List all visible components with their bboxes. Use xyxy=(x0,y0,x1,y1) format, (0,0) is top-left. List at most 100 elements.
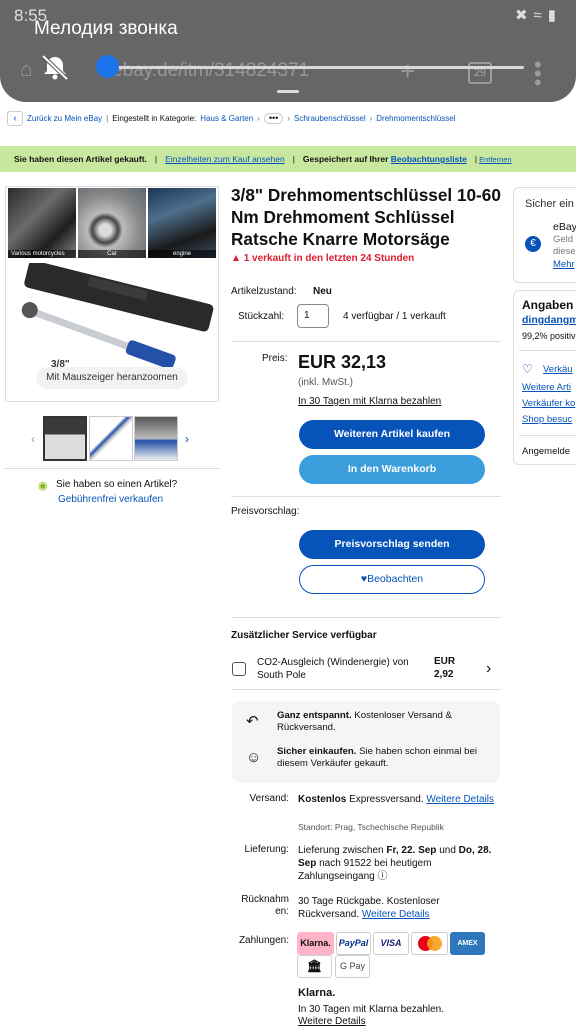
mastercard-yellow-circle xyxy=(427,936,442,951)
watch-button[interactable]: ♥Beobachten xyxy=(299,565,485,594)
co2-checkbox[interactable] xyxy=(232,662,246,676)
caption: Car xyxy=(78,250,146,258)
price-label: Preis: xyxy=(262,353,288,364)
chevron-right-icon: › xyxy=(257,114,260,123)
return-arrow-icon: ↶ xyxy=(246,713,259,730)
seller-name-link[interactable]: dingdangmi xyxy=(522,314,576,326)
chevron-right-icon: › xyxy=(369,114,373,123)
purchase-details-link[interactable]: Einzelheiten zum Kauf ansehen xyxy=(165,154,285,164)
more-menu-icon[interactable]: • • • xyxy=(534,54,542,94)
chevron-right-icon[interactable]: › xyxy=(486,660,491,678)
separator: | xyxy=(474,154,478,164)
engine-photo: engine xyxy=(148,188,216,258)
visit-shop-link[interactable]: Shop besuc xyxy=(522,414,572,425)
thumb-prev-icon[interactable]: ‹ xyxy=(31,432,35,446)
volume-title: Мелодия звонка xyxy=(34,18,178,39)
new-tab-icon[interactable]: + xyxy=(400,56,415,87)
delivery-label: Lieferung: xyxy=(244,844,289,855)
car-photo: Car xyxy=(78,188,146,258)
thumbnail-3[interactable] xyxy=(134,416,178,461)
fire-icon: ▲ xyxy=(231,253,241,264)
product-title: 3/8" Drehmomentschlüssel 10-60 Nm Drehmo… xyxy=(231,185,501,249)
quantity-input[interactable]: 1 xyxy=(297,304,329,328)
thumb-next-icon[interactable]: › xyxy=(185,432,189,446)
purchase-notice-bar: Sie haben diesen Artikel gekauft. | Einz… xyxy=(0,146,576,172)
mute-bell-icon[interactable] xyxy=(40,54,70,80)
more-items-link[interactable]: Weitere Arti xyxy=(522,382,571,393)
mastercard-logo xyxy=(411,932,448,955)
save-seller-link[interactable]: Verkäu xyxy=(543,364,573,375)
add-to-cart-button[interactable]: In den Warenkorb xyxy=(299,455,485,484)
caption: engine xyxy=(148,250,216,258)
sell-prompt: ◉ Sie haben so einen Artikel? Gebührenfr… xyxy=(38,479,200,505)
shipping-details-link[interactable]: Weitere Details xyxy=(426,794,494,805)
back-arrow-icon[interactable]: ‹ xyxy=(7,111,23,126)
bank-transfer-icon: 🏛 xyxy=(297,955,332,978)
visa-logo: VISA xyxy=(373,932,409,955)
divider xyxy=(231,496,501,497)
condition-value: Neu xyxy=(313,286,332,297)
heart-outline-icon[interactable]: ♡ xyxy=(522,362,533,376)
geld-text: Geld xyxy=(553,234,574,245)
co2-currency: EUR xyxy=(434,656,456,667)
euro-shield-icon: € xyxy=(525,236,541,252)
klarna-logo: Klarna. xyxy=(297,932,334,955)
crumb-drehmomentschluessel[interactable]: Drehmomentschlüssel xyxy=(376,114,455,123)
more-crumbs-button[interactable]: ••• xyxy=(263,113,284,124)
crumb-haus-garten[interactable]: Haus & Garten xyxy=(200,114,253,123)
volume-slider-track[interactable] xyxy=(96,66,524,69)
availability: 4 verfügbar / 1 verkauft xyxy=(343,311,446,322)
signed-in-text: Angemelde xyxy=(522,446,571,457)
more-link[interactable]: Mehr xyxy=(553,259,575,270)
separator: | xyxy=(154,154,158,164)
secure-title: Sicher ein xyxy=(525,198,574,210)
klarna-box-text: In 30 Tagen mit Klarna bezahlen. xyxy=(298,1004,445,1015)
klarna-link[interactable]: In 30 Tagen mit Klarna bezahlen xyxy=(298,396,441,407)
home-icon[interactable]: ⌂ xyxy=(20,58,33,82)
bought-text: Sie haben diesen Artikel gekauft. xyxy=(14,154,147,164)
google-pay-logo: G Pay xyxy=(335,955,370,978)
returns-label: Rücknahm en: xyxy=(241,894,289,917)
ebay-text: eBay xyxy=(553,221,576,233)
panel-handle[interactable] xyxy=(277,90,299,93)
contact-seller-link[interactable]: Verkäufer ko xyxy=(522,398,575,409)
remove-link[interactable]: Entfernen xyxy=(479,155,512,164)
price: EUR 32,13 xyxy=(298,352,387,372)
services-heading: Zusätzlicher Service verfügbar xyxy=(231,630,377,641)
buy-more-button[interactable]: Weiteren Artikel kaufen xyxy=(299,420,485,449)
divider xyxy=(231,617,501,618)
send-offer-button[interactable]: Preisvorschlag senden xyxy=(299,530,485,559)
thumbnail-1[interactable] xyxy=(43,416,87,461)
shipping-label: Versand: xyxy=(249,793,289,804)
back-to-my-ebay-link[interactable]: Zurück zu Mein eBay xyxy=(27,114,102,123)
zoom-hint: Mit Mauszeiger heranzoomen xyxy=(36,367,188,389)
delivery-value: Lieferung zwischen Fr, 22. Sep und Do, 2… xyxy=(298,845,492,882)
thumbnail-2[interactable] xyxy=(89,416,133,461)
caption: Various motorcycles xyxy=(8,250,76,258)
crumb-schraubenschluessel[interactable]: Schraubenschlüssel xyxy=(294,114,366,123)
returns-details-link[interactable]: Weitere Details xyxy=(362,909,430,920)
paypal-logo: PayPal xyxy=(336,932,371,955)
info-icon[interactable]: ⓘ xyxy=(378,871,388,882)
payments-label: Zahlungen: xyxy=(238,935,289,946)
amex-logo: AMEX xyxy=(450,932,485,955)
offer-label: Preisvorschlag: xyxy=(231,506,300,517)
volume-slider-thumb[interactable] xyxy=(95,55,119,78)
divider xyxy=(519,350,576,351)
quantity-label: Stückzahl: xyxy=(238,311,285,322)
status-icons: ✖≈▮ xyxy=(514,7,562,24)
feedback-score: 99,2% positiv xyxy=(522,331,576,341)
sell-free-link[interactable]: Gebührenfrei verkaufen xyxy=(58,494,200,505)
divider xyxy=(4,468,219,469)
returns-info: Ganz entspannt. Kostenloser Versand & Rü… xyxy=(277,710,452,733)
separator: | xyxy=(292,154,295,164)
motorcycle-photo: Various motorcycles xyxy=(8,188,76,258)
url-text[interactable]: ebay.de/itm/314824371 xyxy=(112,60,309,82)
co2-label: CO2-Ausgleich (Windenergie) von South Po… xyxy=(257,657,409,681)
shipping-value: Kostenlos Expressversand. Weitere Detail… xyxy=(298,794,495,805)
chevron-right-icon: › xyxy=(287,114,290,123)
klarna-details-link[interactable]: Weitere Details xyxy=(298,1016,366,1027)
watchlist-link[interactable]: Beobachtungsliste xyxy=(391,154,467,164)
seller-title: Angaben xyxy=(522,298,574,312)
volume-panel: 8:55 ✖≈▮ ⌂ ebay.de/itm/314824371 + 29 • •… xyxy=(0,0,576,102)
